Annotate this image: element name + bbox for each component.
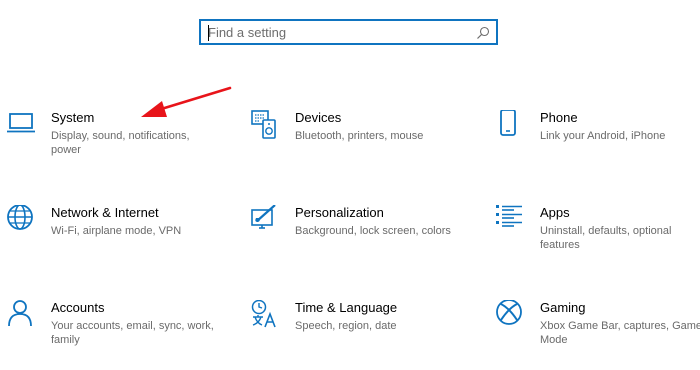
tile-description: Link your Android, iPhone <box>540 130 666 142</box>
tile-title: Accounts <box>51 300 105 315</box>
tile-title: Devices <box>295 110 342 125</box>
tile-title: Phone <box>540 110 578 125</box>
tile-apps[interactable]: Apps Uninstall, defaults, optional featu… <box>496 205 700 265</box>
phone-icon <box>500 110 516 136</box>
devices-icon <box>251 110 276 139</box>
tile-title: Gaming <box>540 300 586 315</box>
personalization-icon <box>251 205 276 229</box>
search-input[interactable] <box>208 23 468 41</box>
apps-list-icon <box>496 205 522 227</box>
tile-title: Network & Internet <box>51 205 159 220</box>
time-language-icon <box>251 300 276 328</box>
tile-title: Apps <box>540 205 570 220</box>
tile-devices[interactable]: Devices Bluetooth, printers, mouse <box>251 110 461 170</box>
search-box[interactable] <box>199 19 498 45</box>
tile-description: Xbox Game Bar, captures, Game Mode <box>540 320 700 346</box>
annotation-arrow-icon <box>141 86 232 117</box>
tile-description: Background, lock screen, colors <box>295 225 451 237</box>
globe-icon <box>7 205 33 230</box>
tile-accounts[interactable]: Accounts Your accounts, email, sync, wor… <box>7 300 217 360</box>
laptop-icon <box>7 113 35 133</box>
tile-title: System <box>51 110 95 125</box>
tile-description: Uninstall, defaults, optional features <box>540 225 672 251</box>
tile-title: Personalization <box>295 205 384 220</box>
tile-time-language[interactable]: Time & Language Speech, region, date <box>251 300 461 360</box>
tile-description: Speech, region, date <box>295 320 397 332</box>
xbox-icon <box>496 300 522 325</box>
tile-phone[interactable]: Phone Link your Android, iPhone <box>496 110 700 170</box>
tile-title: Time & Language <box>295 300 398 315</box>
tile-description: Bluetooth, printers, mouse <box>295 130 424 142</box>
tile-network-internet[interactable]: Network & Internet Wi-Fi, airplane mode,… <box>7 205 217 265</box>
tile-description: Wi-Fi, airplane mode, VPN <box>51 225 182 237</box>
tile-description: Your accounts, email, sync, work, family <box>51 320 214 346</box>
search-icon[interactable] <box>476 26 490 40</box>
tile-personalization[interactable]: Personalization Background, lock screen,… <box>251 205 461 265</box>
tile-gaming[interactable]: Gaming Xbox Game Bar, captures, Game Mod… <box>496 300 700 360</box>
tile-description: Display, sound, notifications, power <box>51 130 190 156</box>
person-icon <box>8 300 32 327</box>
